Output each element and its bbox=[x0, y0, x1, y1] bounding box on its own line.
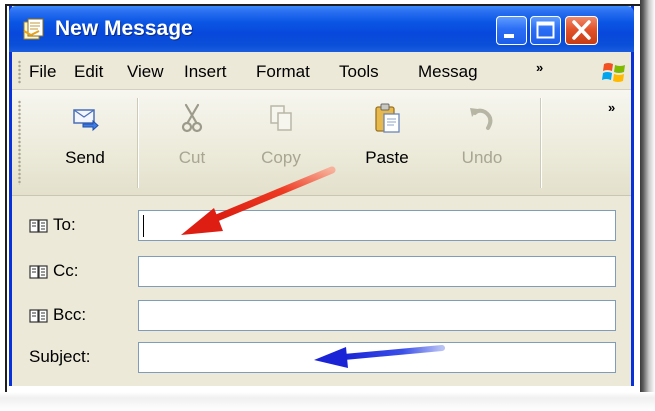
menu-tools[interactable]: Tools bbox=[339, 60, 379, 84]
to-field-button[interactable]: To: bbox=[29, 210, 76, 240]
paste-label: Paste bbox=[365, 148, 409, 167]
menu-grip[interactable] bbox=[18, 60, 21, 84]
paste-button[interactable]: Paste bbox=[347, 102, 427, 190]
cc-label: Cc: bbox=[53, 261, 79, 280]
close-button[interactable] bbox=[565, 16, 598, 45]
toolbar-overflow-chevron[interactable]: » bbox=[608, 100, 615, 115]
menu-view[interactable]: View bbox=[127, 60, 164, 84]
bcc-field-button[interactable]: Bcc: bbox=[29, 300, 86, 330]
undo-button[interactable]: Undo bbox=[447, 102, 517, 190]
undo-icon bbox=[470, 108, 493, 130]
menu-file[interactable]: File bbox=[29, 60, 56, 84]
frame-shadow bbox=[0, 392, 655, 411]
address-book-icon bbox=[29, 218, 48, 233]
minimize-icon bbox=[504, 34, 514, 38]
title-bar[interactable]: New Message bbox=[9, 6, 634, 52]
maximize-button[interactable] bbox=[530, 16, 561, 45]
toolbar-grip[interactable] bbox=[18, 100, 21, 185]
blue-annotation-arrow bbox=[314, 345, 445, 368]
undo-label: Undo bbox=[461, 148, 503, 167]
subject-label: Subject: bbox=[29, 347, 91, 366]
minimize-button[interactable] bbox=[496, 16, 527, 45]
menu-message[interactable]: Messag bbox=[418, 60, 496, 84]
cc-field-button[interactable]: Cc: bbox=[29, 256, 79, 286]
cc-input[interactable] bbox=[138, 256, 616, 287]
text-caret bbox=[143, 215, 144, 237]
screenshot-frame: New Message File Edit View Insert Format… bbox=[5, 4, 653, 408]
clipboard-icon bbox=[375, 103, 400, 133]
new-message-window: New Message File Edit View Insert Format… bbox=[9, 6, 634, 386]
address-book-icon bbox=[29, 264, 48, 279]
red-annotation-arrow bbox=[181, 166, 336, 235]
bcc-label: Bcc: bbox=[53, 305, 87, 324]
maximize-icon bbox=[536, 21, 555, 39]
windows-logo-icon bbox=[602, 63, 625, 82]
close-icon bbox=[572, 20, 591, 40]
address-book-icon bbox=[29, 308, 48, 323]
copy-icon bbox=[270, 105, 292, 131]
menu-edit[interactable]: Edit bbox=[74, 60, 103, 84]
scissors-icon bbox=[181, 103, 203, 133]
send-label: Send bbox=[65, 148, 105, 167]
to-label: To: bbox=[53, 215, 76, 234]
bcc-input[interactable] bbox=[138, 300, 616, 331]
window-title: New Message bbox=[55, 17, 193, 40]
toolbar-separator bbox=[137, 98, 139, 188]
new-message-icon bbox=[23, 18, 44, 40]
frame-shadow bbox=[640, 0, 655, 411]
menu-format[interactable]: Format bbox=[256, 60, 310, 84]
send-button[interactable]: Send bbox=[40, 102, 130, 190]
send-icon bbox=[73, 109, 99, 132]
toolbar-separator bbox=[540, 98, 542, 188]
menu-insert[interactable]: Insert bbox=[184, 60, 227, 84]
menu-bar: File Edit View Insert Format Tools Messa… bbox=[12, 52, 631, 90]
menu-overflow-chevron[interactable]: » bbox=[536, 60, 543, 75]
